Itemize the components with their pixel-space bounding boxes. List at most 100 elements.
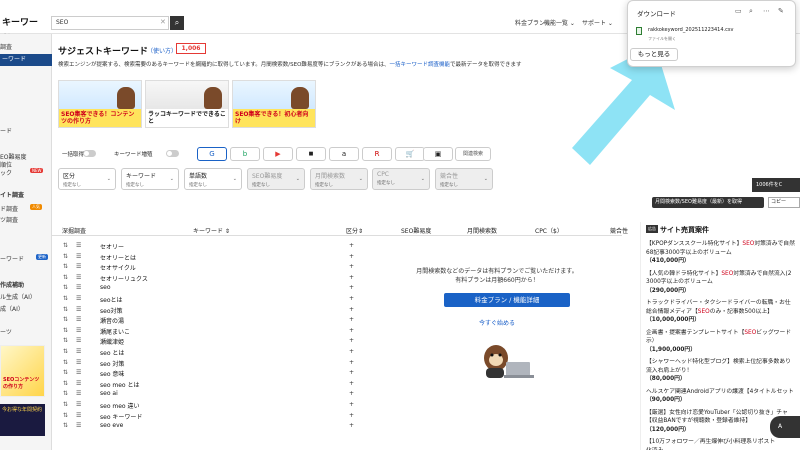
table-row[interactable]: ⇅ ☰ seo 意味 +	[52, 369, 372, 380]
job-listing[interactable]: ヘルスケア関連Androidアプリの譲渡【4タイトルセット （90,000円）	[646, 388, 800, 405]
table-row[interactable]: ⇅ ☰ seo 対策 +	[52, 359, 372, 370]
sidebar-item-content[interactable]: ツ調査	[0, 215, 18, 224]
chat-button[interactable]: A	[770, 416, 800, 438]
amazon-engine-button[interactable]: a	[329, 147, 359, 161]
fetch-latest-button[interactable]: 月間検索数/SEO難易度（最新）を取得	[652, 197, 764, 208]
sidebar-item-suggest[interactable]: ーワード	[0, 54, 52, 66]
job-listing[interactable]: 【シャワーヘッド特化型ブログ】検索上位記事多数あり 流入右肩上がり！ （80,000…	[646, 358, 800, 384]
bulk-toggle[interactable]	[83, 150, 96, 157]
th-seo[interactable]: SEO難易度	[401, 226, 431, 235]
expand-icon[interactable]: ⇅	[63, 359, 68, 366]
table-row[interactable]: ⇅ ☰ 瀬尾まいこ +	[52, 327, 372, 338]
menu-icon[interactable]: ☰	[76, 359, 81, 366]
copy-button[interactable]: コピー	[768, 197, 800, 208]
table-row[interactable]: ⇅ ☰ seo +	[52, 284, 372, 295]
expand-icon[interactable]: ⇅	[63, 327, 68, 334]
job-listing[interactable]: トラックドライバー・タクシードライバーの転職・お仕 総合情報メディア【SEOのみ・…	[646, 299, 800, 325]
menu-icon[interactable]: ☰	[76, 274, 81, 281]
expand-icon[interactable]: ⇅	[63, 412, 68, 419]
expand-icon[interactable]: ⇅	[63, 263, 68, 270]
image-engine-button[interactable]: ▣	[423, 147, 453, 161]
clear-icon[interactable]: ✕	[160, 16, 168, 30]
download-open-link[interactable]: ファイルを開く	[648, 36, 676, 42]
menu-icon[interactable]: ☰	[76, 284, 81, 291]
sidebar-item-domain[interactable]: ド調査	[0, 204, 18, 213]
promo-banner-3[interactable]: SEO集客できる！初心者向け	[232, 80, 316, 128]
filter-competition[interactable]: 競合性 指定なし ⌄	[435, 168, 493, 190]
table-row[interactable]: ⇅ ☰ seo meo 違い +	[52, 401, 372, 412]
job-listing[interactable]: 【人気の韓ドラ特化サイト】SEO対策済みで自然流入(2 3000字以上のボリューム…	[646, 270, 800, 296]
table-row[interactable]: ⇅ ☰ セオリーリュクス +	[52, 274, 372, 285]
add-icon[interactable]: +	[349, 253, 354, 260]
filter-kubun[interactable]: 区分 指定なし ⌄	[58, 168, 116, 190]
add-icon[interactable]: +	[349, 401, 354, 408]
filter-seo-difficulty[interactable]: SEO難易度 指定なし ⌄	[247, 168, 305, 190]
table-row[interactable]: ⇅ ☰ seoとは +	[52, 295, 372, 306]
menu-icon[interactable]: ☰	[76, 253, 81, 260]
th-competition[interactable]: 競合性	[610, 226, 628, 235]
add-icon[interactable]: +	[349, 274, 354, 281]
sidebar-banner-annual[interactable]: 今お得な年間契約	[0, 404, 45, 436]
menu-icon[interactable]: ☰	[76, 306, 81, 313]
add-icon[interactable]: +	[349, 380, 354, 387]
expand-icon[interactable]: ⇅	[63, 242, 68, 249]
th-cpc[interactable]: CPC（$）	[535, 226, 563, 235]
table-row[interactable]: ⇅ ☰ セオサイクル +	[52, 263, 372, 274]
th-volume[interactable]: 月間検索数	[467, 226, 497, 235]
sidebar-item-title-ai[interactable]: ル生成（AI）	[0, 292, 36, 301]
menu-icon[interactable]: ☰	[76, 401, 81, 408]
menu-icon[interactable]: ☰	[76, 263, 81, 270]
menu-icon[interactable]: ☰	[76, 316, 81, 323]
add-icon[interactable]: +	[349, 390, 354, 397]
expand-icon[interactable]: ⇅	[63, 380, 68, 387]
add-icon[interactable]: +	[349, 327, 354, 334]
add-icon[interactable]: +	[349, 422, 354, 429]
sidebar-item-tools[interactable]: ーツ	[0, 327, 12, 336]
sidebar-item-keyword[interactable]: ード	[0, 126, 12, 135]
see-more-button[interactable]: もっと見る	[630, 48, 678, 61]
export-count-box[interactable]: 1006件をC	[752, 178, 800, 192]
table-row[interactable]: ⇅ ☰ 瀬音の湯 +	[52, 316, 372, 327]
search-input[interactable]: SEO	[51, 16, 169, 30]
menu-icon[interactable]: ☰	[76, 369, 81, 376]
expand-icon[interactable]: ⇅	[63, 337, 68, 344]
add-icon[interactable]: +	[349, 337, 354, 344]
menu-icon[interactable]: ☰	[76, 327, 81, 334]
youtube-engine-button[interactable]: ▶	[263, 147, 293, 161]
add-icon[interactable]: +	[349, 359, 354, 366]
filter-keyword[interactable]: キーワード 指定なし ⌄	[121, 168, 179, 190]
shopping-engine-button[interactable]: 🛒	[395, 147, 425, 161]
th-kubun[interactable]: 区分⇕	[346, 226, 363, 235]
expand-icon[interactable]: ⇅	[63, 369, 68, 376]
expand-icon[interactable]: ⇅	[63, 253, 68, 260]
table-row[interactable]: ⇅ ☰ seo eve +	[52, 422, 372, 433]
promo-banner-2[interactable]: ラッコキーワードでできること	[145, 80, 229, 128]
add-icon[interactable]: +	[349, 263, 354, 270]
search-icon[interactable]: ⌕	[749, 7, 753, 16]
logo[interactable]: キーワード✦	[0, 15, 45, 44]
bulk-research-link[interactable]: 一括キーワード調査機能	[389, 62, 450, 68]
menu-icon[interactable]: ☰	[76, 242, 81, 249]
add-icon[interactable]: +	[349, 306, 354, 313]
sidebar-item-gen-ai[interactable]: 成（AI）	[0, 304, 24, 313]
sidebar-item-check[interactable]: ック	[0, 168, 12, 177]
table-row[interactable]: ⇅ ☰ seo ai +	[52, 390, 372, 401]
table-row[interactable]: ⇅ ☰ seo キーワード +	[52, 412, 372, 423]
menu-icon[interactable]: ☰	[76, 295, 81, 302]
folder-icon[interactable]: ▭	[735, 7, 742, 15]
more-icon[interactable]: ⋯	[763, 7, 770, 15]
related-search-button[interactable]: 関連検索	[455, 147, 491, 161]
sidebar-banner-seo[interactable]: SEOコンテンツの作り方	[0, 345, 45, 397]
nav-pricing[interactable]: 料金プラン	[515, 18, 545, 27]
paid-plan-button[interactable]: 料金プラン / 機能詳細	[444, 293, 570, 307]
add-icon[interactable]: +	[349, 284, 354, 291]
menu-icon[interactable]: ☰	[76, 422, 81, 429]
pin-icon[interactable]: ✎	[778, 7, 784, 15]
expand-icon[interactable]: ⇅	[63, 422, 68, 429]
expand-icon[interactable]: ⇅	[63, 284, 68, 291]
expand-icon[interactable]: ⇅	[63, 274, 68, 281]
th-keyword[interactable]: キーワード ⇕	[193, 226, 230, 235]
table-row[interactable]: ⇅ ☰ 瀬織津姫 +	[52, 337, 372, 348]
expand-icon[interactable]: ⇅	[63, 401, 68, 408]
sidebar-item-keyword2[interactable]: ーワード	[0, 254, 24, 263]
